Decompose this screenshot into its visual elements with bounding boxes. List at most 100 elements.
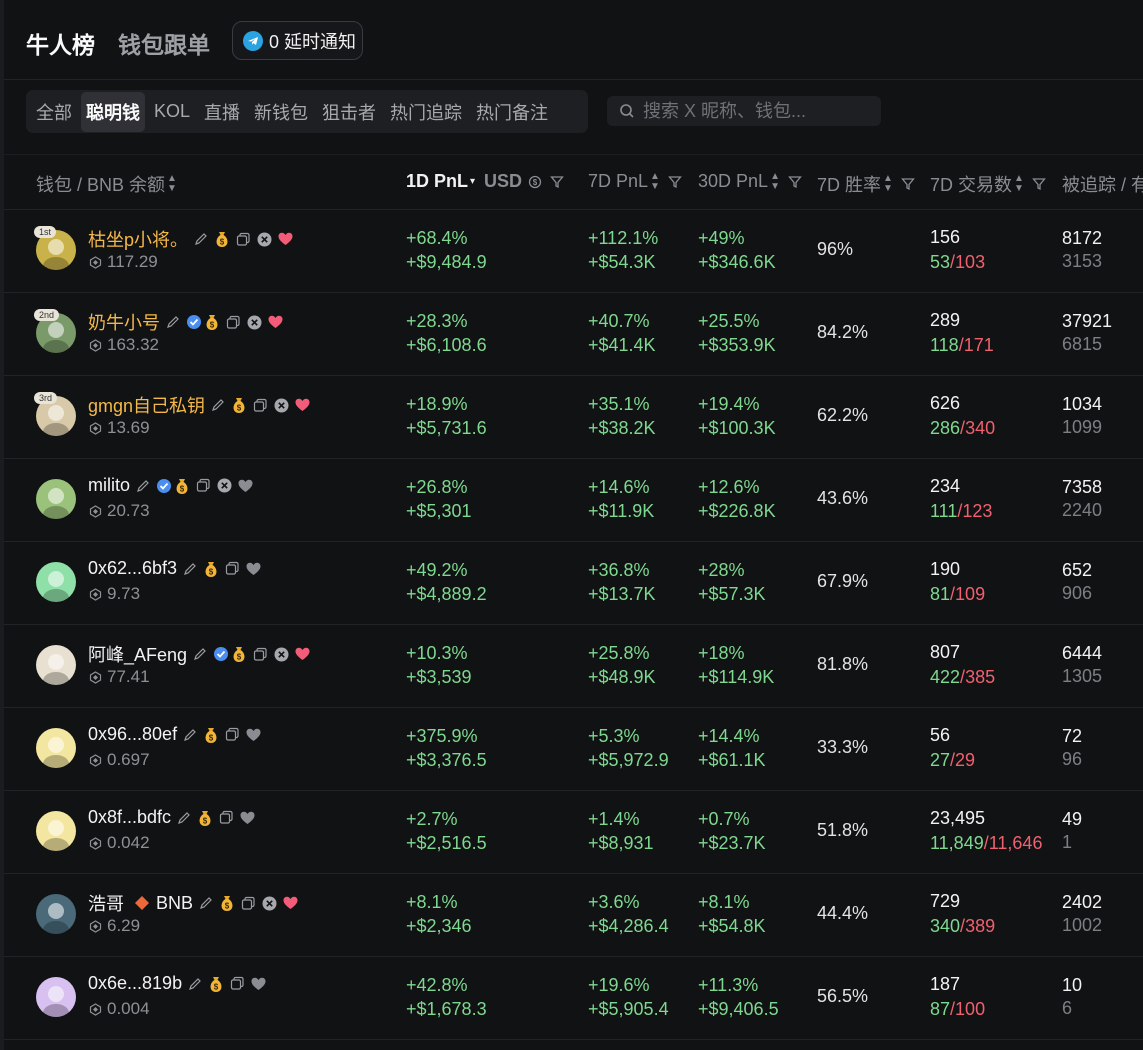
table-row[interactable]: 0x6e...819b $0.004 +42.8% +$1,678.3 +19.6% +$… — [4, 957, 1143, 1040]
currency-toggle[interactable]: USD $ — [484, 171, 564, 192]
avatar[interactable] — [36, 728, 76, 768]
avatar[interactable] — [36, 894, 76, 934]
filter-icon[interactable] — [668, 175, 682, 189]
edit-icon[interactable] — [166, 315, 180, 329]
col-followed[interactable]: 被追踪 / 有 — [1062, 171, 1143, 197]
tab-2[interactable]: KOL — [149, 94, 195, 129]
heart-icon[interactable] — [251, 977, 266, 991]
x-twitter-icon[interactable] — [274, 647, 289, 662]
heart-icon[interactable] — [295, 398, 310, 412]
wallet-name[interactable]: 枯坐p小将。 $ — [88, 226, 293, 252]
avatar[interactable] — [36, 977, 76, 1017]
wallet-name-text[interactable]: milito — [88, 475, 130, 496]
edit-icon[interactable] — [194, 232, 208, 246]
heart-icon[interactable] — [240, 811, 255, 825]
edit-icon[interactable] — [199, 896, 213, 910]
avatar[interactable] — [36, 811, 76, 851]
wallet-name-text[interactable]: gmgn自己私钥 — [88, 392, 205, 418]
tab-6[interactable]: 热门追踪 — [385, 92, 467, 132]
wallet-name[interactable]: milito $ — [88, 475, 253, 496]
edit-icon[interactable] — [136, 479, 150, 493]
heart-icon[interactable] — [295, 647, 310, 661]
table-row[interactable]: 0x96...80ef $0.697 +375.9% +$3,376.5 +5.3% +$… — [4, 708, 1143, 791]
col-wallet[interactable]: 钱包 / BNB 余额 ▲ ▼ — [36, 171, 177, 197]
table-row[interactable]: 浩哥 BNB $6.29 +8.1% +$2,346 +3.6% +$4,286.4 +8.1… — [4, 874, 1143, 957]
tab-4[interactable]: 新钱包 — [249, 92, 313, 132]
copy-icon[interactable] — [196, 478, 211, 493]
followed-sub: 2240 — [1062, 500, 1103, 520]
avatar[interactable] — [36, 562, 76, 602]
wallet-name[interactable]: 0x6e...819b $ — [88, 973, 266, 994]
table-row[interactable]: 0x8f...bdfc $0.042 +2.7% +$2,516.5 +1.4% +$8,… — [4, 791, 1143, 874]
tab-0[interactable]: 全部 — [31, 92, 77, 132]
search-box[interactable] — [607, 96, 881, 126]
heart-icon[interactable] — [246, 728, 261, 742]
copy-icon[interactable] — [241, 896, 256, 911]
wallet-name[interactable]: 0x8f...bdfc $ — [88, 807, 255, 828]
copy-icon[interactable] — [225, 727, 240, 742]
x-twitter-icon[interactable] — [217, 478, 232, 493]
wallet-name[interactable]: 浩哥 BNB $ — [88, 890, 298, 916]
table-row[interactable]: 2nd 奶牛小号 $163.32 +28.3% +$6,108.6 +40.7% +$41.… — [4, 293, 1143, 376]
heart-icon[interactable] — [283, 896, 298, 910]
heart-icon[interactable] — [238, 479, 253, 493]
col-pnl1d[interactable]: 1D PnL ▾ — [406, 171, 475, 192]
table-row[interactable]: 0x62...6bf3 $9.73 +49.2% +$4,889.2 +36.8% +$1… — [4, 542, 1143, 625]
edit-icon[interactable] — [188, 977, 202, 991]
copy-icon[interactable] — [219, 810, 234, 825]
heart-icon[interactable] — [278, 232, 293, 246]
x-twitter-icon[interactable] — [257, 232, 272, 247]
wallet-name-text[interactable]: 0x6e...819b — [88, 973, 182, 994]
notify-button[interactable]: 0 延时通知 — [232, 21, 363, 60]
wallet-name-text[interactable]: 奶牛小号 — [88, 309, 160, 335]
copy-icon[interactable] — [253, 398, 268, 413]
tab-7[interactable]: 热门备注 — [471, 92, 553, 132]
edit-icon[interactable] — [183, 562, 197, 576]
copy-icon[interactable] — [253, 647, 268, 662]
wallet-name[interactable]: 奶牛小号 $ — [88, 309, 283, 335]
table-row[interactable]: milito $20.73 +26.8% +$5,301 +14.6% +$11.9K +1… — [4, 459, 1143, 542]
copy-icon[interactable] — [226, 315, 241, 330]
col-pnl7d[interactable]: 7D PnL ▲ ▼ — [588, 171, 682, 192]
wallet-name[interactable]: gmgn自己私钥 $ — [88, 392, 310, 418]
filter-icon[interactable] — [901, 177, 915, 191]
avatar[interactable] — [36, 645, 76, 685]
col-tx7d[interactable]: 7D 交易数 ▲ ▼ — [930, 171, 1046, 197]
tab-5[interactable]: 狙击者 — [317, 92, 381, 132]
table-row[interactable]: 1st 枯坐p小将。 $117.29 +68.4% +$9,484.9 +112.1% +$… — [4, 210, 1143, 293]
heart-icon[interactable] — [246, 562, 261, 576]
wallet-name-text[interactable]: 0x8f...bdfc — [88, 807, 171, 828]
table-row[interactable]: 3rd gmgn自己私钥 $13.69 +18.9% +$5,731.6 +35.1% +$… — [4, 376, 1143, 459]
x-twitter-icon[interactable] — [247, 315, 262, 330]
tab-3[interactable]: 直播 — [199, 92, 245, 132]
wallet-name-text[interactable]: 阿峰_AFeng — [88, 641, 187, 667]
filter-icon[interactable] — [550, 175, 564, 189]
tab-1[interactable]: 聪明钱 — [81, 91, 145, 132]
wallet-name-text[interactable]: 0x62...6bf3 — [88, 558, 177, 579]
heart-icon[interactable] — [268, 315, 283, 329]
wallet-copy-tab[interactable]: 钱包跟单 — [118, 26, 210, 60]
edit-icon[interactable] — [183, 728, 197, 742]
edit-icon[interactable] — [177, 811, 191, 825]
avatar[interactable] — [36, 479, 76, 519]
page-title[interactable]: 牛人榜 — [26, 26, 95, 60]
col-pnl30d[interactable]: 30D PnL ▲ ▼ — [698, 171, 802, 192]
table-row[interactable]: 阿峰_AFeng $77.41 +10.3% +$3,539 +25.8% +$48.9K… — [4, 625, 1143, 708]
wallet-name[interactable]: 0x62...6bf3 $ — [88, 558, 261, 579]
filter-icon[interactable] — [788, 175, 802, 189]
edit-icon[interactable] — [211, 398, 225, 412]
copy-icon[interactable] — [230, 976, 245, 991]
wallet-name-text[interactable]: 枯坐p小将。 — [88, 226, 188, 252]
copy-icon[interactable] — [225, 561, 240, 576]
search-input[interactable] — [643, 100, 873, 122]
wallet-name-text[interactable]: 0x96...80ef — [88, 724, 177, 745]
col-winrate[interactable]: 7D 胜率 ▲ ▼ — [817, 171, 915, 197]
wallet-name[interactable]: 0x96...80ef $ — [88, 724, 261, 745]
wallet-name[interactable]: 阿峰_AFeng $ — [88, 641, 310, 667]
edit-icon[interactable] — [193, 647, 207, 661]
x-twitter-icon[interactable] — [262, 896, 277, 911]
copy-icon[interactable] — [236, 232, 251, 247]
wallet-name-text[interactable]: 浩哥 — [88, 890, 124, 916]
x-twitter-icon[interactable] — [274, 398, 289, 413]
filter-icon[interactable] — [1032, 177, 1046, 191]
